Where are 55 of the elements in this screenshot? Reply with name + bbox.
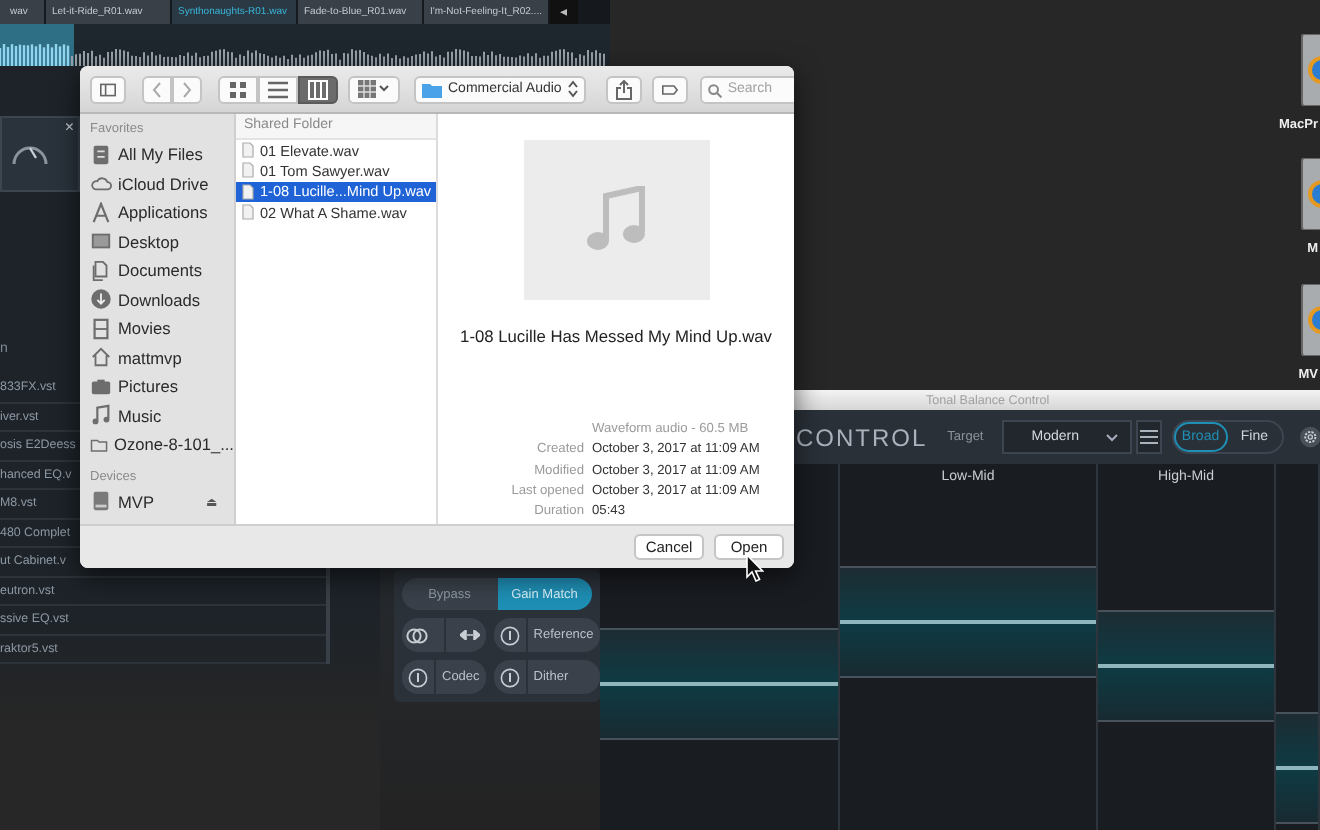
music-note-icon [586, 186, 646, 254]
chevron-down-icon [1106, 433, 1119, 441]
share-icon [615, 79, 632, 99]
share-button[interactable] [605, 75, 642, 103]
sidebar-item[interactable]: Applications [90, 198, 234, 227]
arrows-icon[interactable] [460, 630, 481, 640]
columns-icon [308, 79, 328, 99]
group-button[interactable] [348, 75, 400, 103]
sidebar-item[interactable]: All My Files [90, 140, 234, 169]
power-icon [408, 667, 428, 687]
desktop-icon [90, 230, 112, 253]
download-icon [90, 288, 112, 311]
sidebar-item[interactable]: Desktop [90, 227, 234, 256]
document-icon [90, 259, 112, 282]
menu-button[interactable] [1136, 420, 1162, 454]
sidebar-item[interactable]: mattmvp [90, 343, 234, 372]
chevron-left-icon [152, 81, 162, 97]
sidebar-item[interactable]: Movies [90, 314, 234, 343]
sidebar-item[interactable]: Pictures [90, 372, 234, 401]
app-icon [90, 201, 112, 224]
grid-icon [228, 79, 248, 99]
sidebar-item[interactable]: Documents [90, 256, 234, 285]
overlap-circles-icon[interactable] [406, 627, 429, 643]
tag-button[interactable] [651, 75, 688, 103]
drive-icon [90, 490, 112, 513]
drawer-icon [90, 143, 112, 166]
house-icon [90, 346, 112, 369]
power-icon [499, 625, 520, 645]
folder-icon [422, 81, 442, 97]
grid-dropdown-icon [358, 80, 390, 98]
list-view-button[interactable] [258, 75, 298, 103]
list-icon [268, 79, 288, 99]
sidebar-item[interactable]: Ozone-8-101_... [90, 430, 234, 459]
file-name: 1-08 Lucille Has Messed My Mind Up.wav [460, 326, 772, 346]
search-icon [707, 83, 722, 97]
column-view-button[interactable] [298, 75, 338, 103]
camera-icon [90, 375, 112, 398]
cursor-icon [746, 554, 764, 582]
tag-icon [661, 83, 678, 95]
power-icon [499, 667, 520, 687]
cloud-icon [90, 172, 112, 195]
chevron-updown-icon [567, 80, 578, 98]
sidebar-item[interactable]: Downloads [90, 285, 234, 314]
sidebar-toggle-button[interactable] [90, 75, 126, 103]
settings-icon[interactable] [1299, 424, 1320, 450]
icon-view-button[interactable] [218, 75, 258, 103]
sidebar-item[interactable]: iCloud Drive [90, 169, 234, 198]
chevron-right-icon [182, 81, 192, 97]
close-button[interactable]: × [64, 118, 74, 136]
sidebar-icon [100, 81, 116, 97]
film-icon [90, 317, 112, 340]
plugin-heading: CONTROL [796, 423, 928, 451]
music-note-icon [90, 404, 112, 427]
menu-icon [1140, 430, 1159, 444]
sidebar-item[interactable]: Music [90, 401, 234, 430]
